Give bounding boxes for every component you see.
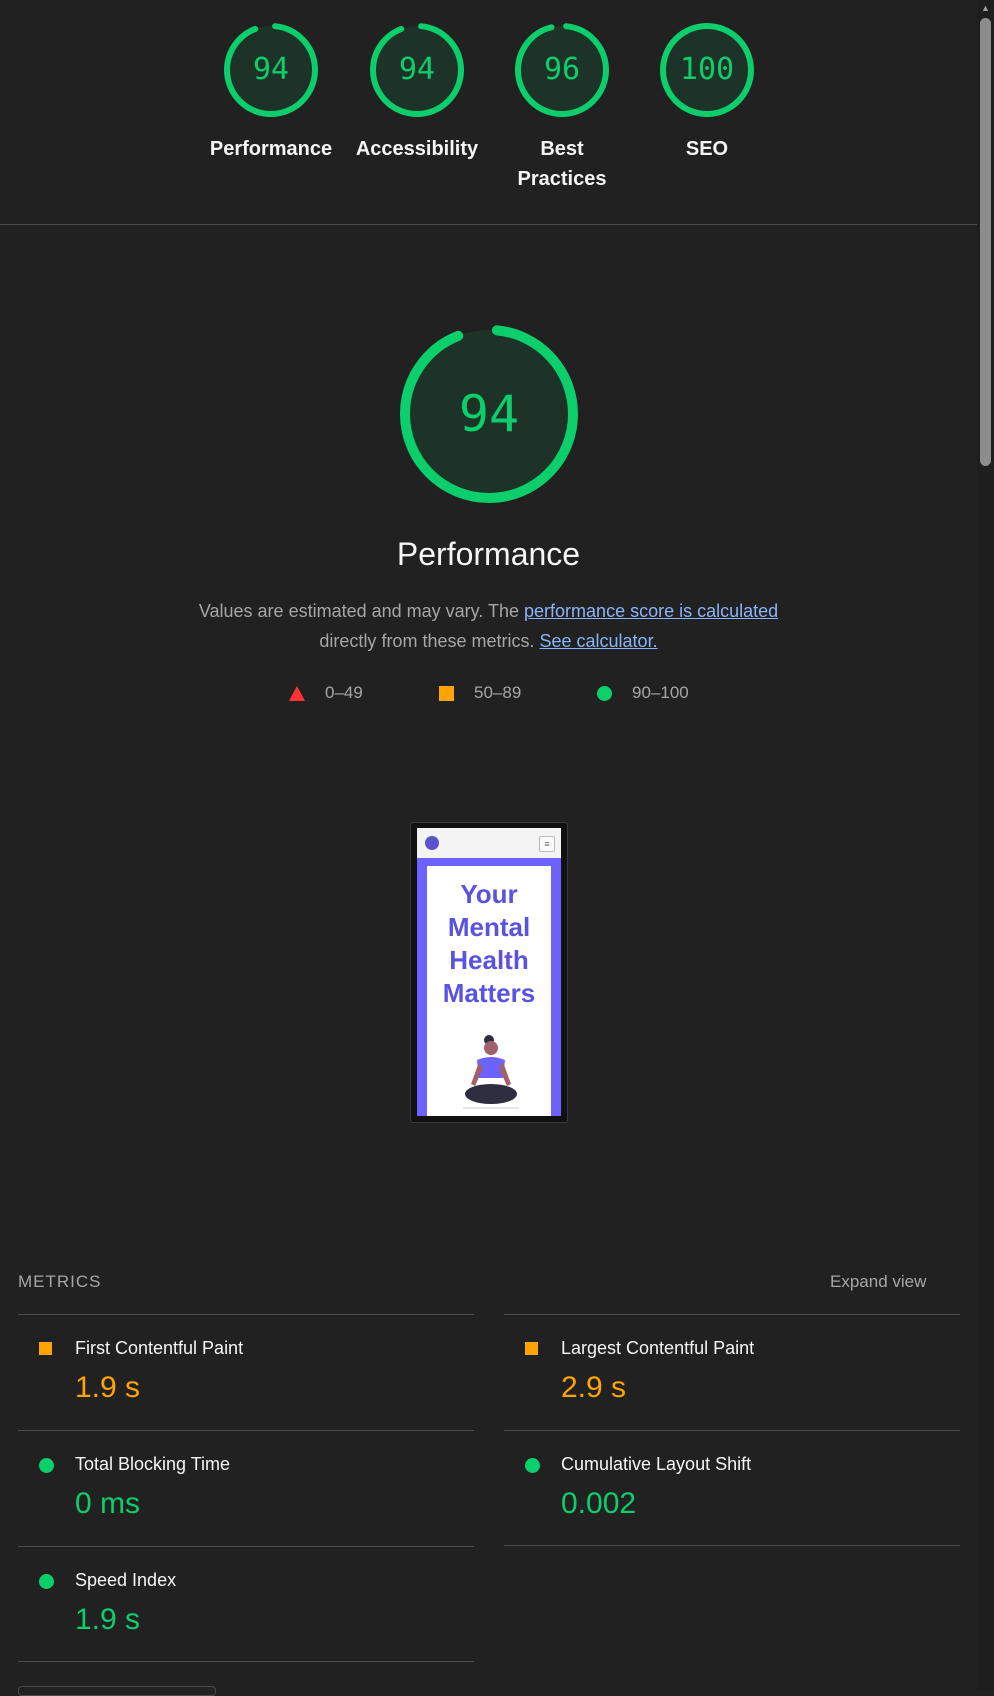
gauge-accessibility[interactable]: 94 Accessibility bbox=[352, 20, 482, 164]
metric-cumulative-layout-shift: Cumulative Layout Shift 0.002 bbox=[504, 1430, 960, 1546]
pass-circle-icon bbox=[525, 1458, 540, 1473]
see-calculator-link[interactable]: See calculator. bbox=[540, 631, 658, 651]
metric-name: Speed Index bbox=[75, 1570, 177, 1590]
performance-title: Performance bbox=[396, 536, 581, 572]
gauge-best-practices[interactable]: 96 Best Practices bbox=[497, 20, 627, 194]
pass-circle-icon bbox=[39, 1574, 54, 1589]
gauge-score: 94 bbox=[398, 52, 436, 87]
metric-divider bbox=[504, 1545, 960, 1546]
metric-name: Cumulative Layout Shift bbox=[561, 1454, 752, 1474]
gauge-ring: 94 bbox=[367, 20, 467, 120]
desc-text: Values are estimated and may vary. The bbox=[198, 601, 520, 621]
metric-name: Total Blocking Time bbox=[75, 1454, 231, 1474]
gauge-label: Performance bbox=[209, 138, 333, 160]
category-gauges: 94 Performance 94 Accessibility 96 Best … bbox=[0, 0, 977, 225]
metric-total-blocking-time: Total Blocking Time 0 ms bbox=[18, 1430, 474, 1546]
screenshot-image: ≡ Your Mental Health Matters bbox=[417, 828, 561, 1116]
metric-first-contentful-paint: First Contentful Paint 1.9 s bbox=[18, 1314, 474, 1430]
metric-name: First Contentful Paint bbox=[75, 1338, 244, 1358]
desc-text-2: directly from these metrics. bbox=[319, 631, 535, 651]
average-square-icon bbox=[525, 1342, 538, 1355]
legend-fail: 0–49 bbox=[289, 683, 363, 703]
scrollbar-thumb[interactable] bbox=[980, 18, 991, 466]
average-square-icon bbox=[39, 1342, 52, 1355]
view-treemap-button[interactable] bbox=[18, 1686, 216, 1696]
expand-view-button[interactable]: Expand view bbox=[830, 1272, 926, 1292]
pass-circle-icon bbox=[39, 1458, 54, 1473]
gauge-label: SEO bbox=[685, 138, 729, 160]
score-legend: 0–49 50–89 90–100 bbox=[0, 683, 977, 707]
gauge-ring: 96 bbox=[512, 20, 612, 120]
gauge-label: Accessibility bbox=[355, 138, 479, 160]
gauge-ring: 100 bbox=[657, 20, 757, 120]
metric-value: 0.002 bbox=[561, 1487, 637, 1520]
legend-pass-label: 90–100 bbox=[632, 683, 689, 702]
metric-speed-index: Speed Index 1.9 s bbox=[18, 1546, 474, 1662]
thumb-hero-card: Your Mental Health Matters bbox=[427, 866, 551, 1116]
metric-divider bbox=[18, 1661, 474, 1662]
gauge-score: 94 bbox=[252, 52, 290, 87]
scroll-up-icon[interactable]: ▲ bbox=[977, 0, 994, 17]
legend-pass: 90–100 bbox=[597, 683, 689, 703]
metrics-heading: METRICS bbox=[18, 1272, 102, 1291]
meditating-person-icon bbox=[463, 1035, 519, 1109]
performance-gauge: 94 bbox=[395, 320, 583, 508]
gauge-performance[interactable]: 94 Performance bbox=[206, 20, 336, 164]
triangle-icon bbox=[289, 685, 305, 701]
gauge-score: 100 bbox=[679, 52, 735, 87]
brain-logo-icon bbox=[425, 836, 439, 850]
gauge-label: Best Practices bbox=[517, 138, 607, 190]
gauge-seo[interactable]: 100 SEO bbox=[642, 20, 772, 164]
circle-icon bbox=[597, 685, 612, 701]
metric-value: 2.9 s bbox=[561, 1371, 627, 1404]
metric-value: 1.9 s bbox=[75, 1603, 141, 1636]
metric-value: 0 ms bbox=[75, 1487, 141, 1520]
gauge-ring: 94 bbox=[221, 20, 321, 120]
final-screenshot[interactable]: ≡ Your Mental Health Matters bbox=[410, 822, 568, 1123]
legend-average-label: 50–89 bbox=[474, 683, 522, 702]
thumb-navbar: ≡ bbox=[417, 828, 561, 858]
metric-value: 1.9 s bbox=[75, 1371, 141, 1404]
performance-description: Values are estimated and may vary. The p… bbox=[180, 596, 797, 656]
metric-name: Largest Contentful Paint bbox=[561, 1338, 755, 1358]
legend-fail-label: 0–49 bbox=[325, 683, 363, 702]
thumb-headline: Your Mental Health Matters bbox=[442, 879, 536, 1008]
scrollbar[interactable]: ▲ bbox=[977, 0, 994, 1690]
score-calculated-link[interactable]: performance score is calculated bbox=[524, 601, 778, 621]
metric-largest-contentful-paint: Largest Contentful Paint 2.9 s bbox=[504, 1314, 960, 1430]
gauge-score: 96 bbox=[543, 52, 581, 87]
performance-score: 94 bbox=[458, 385, 520, 443]
square-icon bbox=[439, 685, 454, 701]
lighthouse-report: 94 Performance 94 Accessibility 96 Best … bbox=[0, 0, 977, 1696]
hamburger-menu-icon: ≡ bbox=[539, 836, 555, 852]
legend-average: 50–89 bbox=[439, 683, 521, 703]
